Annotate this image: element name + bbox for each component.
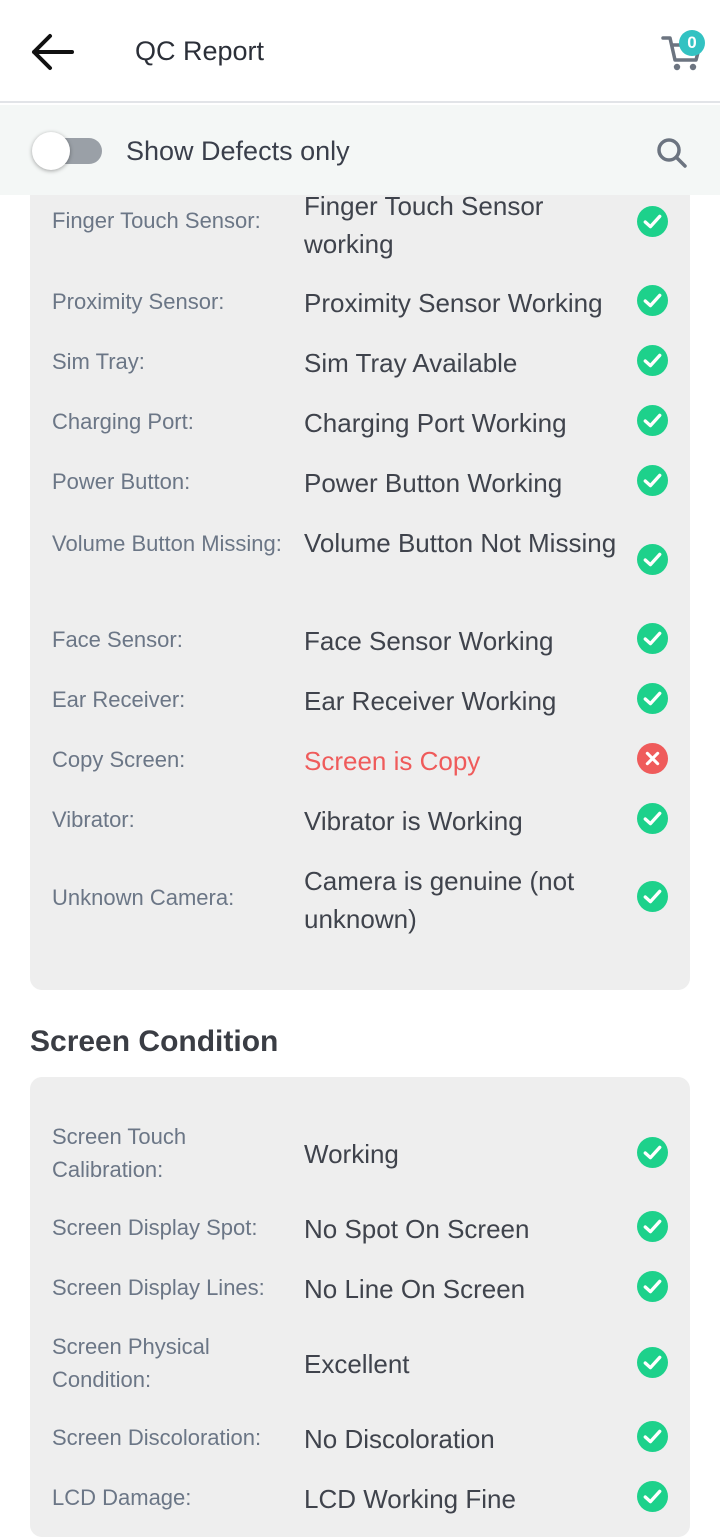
check-circle-icon [637, 1421, 668, 1452]
back-button[interactable] [28, 32, 76, 72]
check-circle-icon [637, 881, 668, 912]
check-value: Vibrator is Working [304, 806, 523, 836]
check-value: Excellent [304, 1349, 410, 1379]
check-label: Screen Physical Condition: [52, 1334, 210, 1392]
check-value: Sim Tray Available [304, 348, 518, 378]
check-value: Charging Port Working [304, 408, 567, 438]
check-value: No Spot On Screen [304, 1214, 530, 1244]
check-label: Charging Port: [52, 409, 194, 434]
check-label: Ear Receiver: [52, 687, 186, 712]
check-label: Vibrator: [52, 807, 135, 832]
check-label: Sim Tray: [52, 349, 145, 374]
check-label: Volume Button Missing: [52, 531, 282, 556]
check-value: LCD Working Fine [304, 1484, 516, 1514]
defect-value: Screen is Copy [304, 746, 481, 776]
app-header: QC Report 0 [0, 0, 720, 103]
filter-bar: Show Defects only [0, 105, 720, 195]
page-title: QC Report [135, 36, 265, 66]
check-circle-icon [637, 1137, 668, 1168]
check-label: Screen Display Lines: [52, 1275, 265, 1300]
check-circle-icon [637, 544, 668, 575]
check-label: Copy Screen: [52, 747, 186, 772]
check-value: Volume Button Not Missing [304, 528, 617, 558]
toggle-knob[interactable] [32, 132, 70, 170]
check-value: No Discoloration [304, 1424, 495, 1454]
check-value: Face Sensor Working [304, 626, 554, 656]
check-circle-icon [637, 206, 668, 237]
check-value: Proximity Sensor Working [304, 288, 603, 318]
search-button[interactable] [652, 133, 692, 173]
check-label: Face Sensor: [52, 627, 183, 652]
check-label: Proximity Sensor: [52, 289, 225, 314]
check-circle-icon [637, 465, 668, 496]
check-circle-icon [637, 683, 668, 714]
check-circle-icon [637, 1211, 668, 1242]
check-value: No Line On Screen [304, 1274, 526, 1304]
check-circle-icon [637, 803, 668, 834]
check-label: Screen Touch Calibration: [52, 1124, 187, 1182]
section-title: Screen Condition [30, 1025, 279, 1058]
check-circle-icon [637, 405, 668, 436]
check-circle-icon [637, 1347, 668, 1378]
check-label: LCD Damage: [52, 1485, 192, 1510]
check-circle-icon [637, 285, 668, 316]
check-label: Screen Discoloration: [52, 1425, 262, 1450]
check-label: Screen Display Spot: [52, 1215, 258, 1240]
check-value: Working [304, 1139, 399, 1169]
check-value: Ear Receiver Working [304, 686, 557, 716]
check-value: Camera is genuine (not unknown) [304, 866, 575, 934]
check-label: Finger Touch Sensor: [52, 208, 261, 233]
check-value: Power Button Working [304, 468, 563, 498]
cart-count-badge: 0 [679, 30, 705, 56]
check-value: Finger Touch Sensor working [304, 191, 544, 259]
arrow-left-icon [32, 34, 74, 70]
check-circle-icon [637, 345, 668, 376]
check-label: Power Button: [52, 469, 191, 494]
check-circle-icon [637, 623, 668, 654]
error-circle-icon [637, 743, 668, 774]
check-circle-icon [637, 1271, 668, 1302]
filter-label: Show Defects only [126, 136, 350, 166]
search-icon [657, 138, 687, 168]
check-label: Unknown Camera: [52, 885, 235, 910]
check-circle-icon [637, 1481, 668, 1512]
